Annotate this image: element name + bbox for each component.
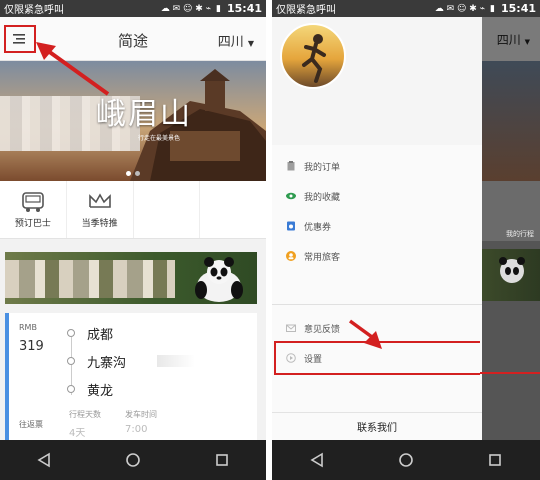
menu-item-label: 我的收藏 xyxy=(304,192,341,203)
battery-icon: ▮ xyxy=(216,3,221,14)
stop-name: 成都 xyxy=(87,327,114,343)
stop-circle-icon xyxy=(67,385,75,393)
departure-label: 发车时间 xyxy=(125,410,157,419)
carousel-dots xyxy=(0,171,266,176)
drawer-header xyxy=(272,17,482,145)
price-value: 319 xyxy=(19,339,44,354)
quick-nav-hidden-1[interactable] xyxy=(134,181,201,238)
menu-item-orders[interactable]: 我的订单 xyxy=(272,151,482,181)
coupon-icon xyxy=(287,221,295,231)
my-trip-label: 我的行程 xyxy=(506,230,534,238)
status-bar: 仅限紧急呼叫 ☁ ✉ ☺ ✱ ⌁ ▮ 15:41 xyxy=(0,0,266,17)
runner-image xyxy=(302,34,326,83)
back-icon[interactable] xyxy=(308,451,326,469)
status-glyph-icon: ☁ ✉ ☺ ✱ ⌁ xyxy=(434,3,486,14)
drawer-divider xyxy=(272,304,482,305)
menu-item-label: 我的订单 xyxy=(304,162,341,173)
recents-icon[interactable] xyxy=(486,451,504,469)
quick-nav-special[interactable]: 当季特推 xyxy=(67,181,134,238)
clipboard-icon xyxy=(287,161,295,171)
city-selector: 四川 ▼ xyxy=(497,31,530,48)
quick-nav-bus[interactable]: 预订巴士 xyxy=(0,181,67,238)
stop-name: 九寨沟 xyxy=(87,355,127,371)
pixelated-region xyxy=(5,260,175,298)
city-label: 四川 xyxy=(496,33,521,47)
menu-item-passengers[interactable]: 常用旅客 xyxy=(272,241,482,271)
back-icon[interactable] xyxy=(35,451,53,469)
navigation-drawer: 我的订单 我的收藏 优惠券 常用旅客 意见反馈 设置 联系我们 xyxy=(272,17,482,440)
departure-value: 7:00 xyxy=(125,424,148,435)
battery-icon: ▮ xyxy=(490,3,495,14)
panda-image xyxy=(195,257,243,302)
panda-image xyxy=(499,257,525,283)
home-icon[interactable] xyxy=(397,451,415,469)
mail-icon xyxy=(286,324,296,332)
quick-nav-label: 当季特推 xyxy=(81,218,118,229)
menu-item-favorites[interactable]: 我的收藏 xyxy=(272,181,482,211)
eye-icon xyxy=(286,192,296,200)
android-nav-bar xyxy=(272,440,540,480)
pixelated-region xyxy=(157,355,195,367)
caret-down-icon: ▼ xyxy=(247,39,254,48)
quick-nav-hidden-2[interactable] xyxy=(200,181,266,238)
stop-circle-icon xyxy=(67,357,75,365)
dimmed-banner xyxy=(482,61,540,181)
departure-block: 发车时间 7:00 xyxy=(125,409,157,439)
status-time: 15:41 xyxy=(226,2,262,15)
menu-item-label: 常用旅客 xyxy=(304,252,341,263)
dimmed-header: 四川 ▼ xyxy=(482,17,540,61)
status-icons: ☁ ✉ ☺ ✱ ⌁ ▮ xyxy=(336,4,495,14)
carrier-text: 仅限紧急呼叫 xyxy=(4,5,64,16)
trip-type: 往返票 xyxy=(19,420,43,429)
android-nav-bar xyxy=(0,440,266,480)
recents-icon[interactable] xyxy=(213,451,231,469)
trip-meta: 行程天数 4天 发车时间 7:00 xyxy=(69,409,157,439)
status-glyph-icon: ☁ ✉ ☺ ✱ ⌁ xyxy=(160,3,212,14)
city-label: 四川 xyxy=(217,35,244,50)
status-bar: 仅限紧急呼叫 ☁ ✉ ☺ ✱ ⌁ ▮ 15:41 xyxy=(272,0,540,17)
caret-down-icon: ▼ xyxy=(524,38,530,46)
quick-nav: 预订巴士 当季特推 xyxy=(0,181,266,239)
panda-promo-banner[interactable] xyxy=(5,252,257,304)
stop-circle-icon xyxy=(67,329,75,337)
annotation-arrow xyxy=(36,42,110,96)
days-block: 行程天数 4天 xyxy=(69,409,101,439)
avatar[interactable] xyxy=(280,23,346,89)
quick-nav-label: 预订巴士 xyxy=(14,218,51,229)
menu-item-label: 优惠券 xyxy=(304,222,332,233)
carrier-text: 仅限紧急呼叫 xyxy=(276,5,336,16)
carousel-dot[interactable] xyxy=(126,171,131,176)
annotation-line xyxy=(480,372,540,374)
route-card[interactable]: RMB 319 往返票 成都 九寨沟 黄龙 行程天数 4天 发车时间 7:00 xyxy=(5,313,257,441)
status-time: 15:41 xyxy=(500,2,536,15)
right-phone-screen: 仅限紧急呼叫 ☁ ✉ ☺ ✱ ⌁ ▮ 15:41 四川 ▼ 我的行程 我的订单 … xyxy=(272,0,540,480)
contact-us-button[interactable]: 联系我们 xyxy=(272,412,482,440)
menu-item-coupons[interactable]: 优惠券 xyxy=(272,211,482,241)
drawer-menu: 我的订单 我的收藏 优惠券 常用旅客 xyxy=(272,151,482,271)
days-label: 行程天数 xyxy=(69,410,101,419)
route-stop: 成都 xyxy=(67,319,253,347)
currency-label: RMB xyxy=(19,323,37,332)
crown-icon xyxy=(88,192,111,208)
city-selector[interactable]: 四川 ▼ xyxy=(218,31,254,50)
route-stop: 黄龙 xyxy=(67,375,253,403)
menu-item-label: 意见反馈 xyxy=(304,324,341,335)
left-phone-screen: 仅限紧急呼叫 ☁ ✉ ☺ ✱ ⌁ ▮ 15:41 简途 四川 ▼ 峨眉山 行走在… xyxy=(0,0,266,480)
home-icon[interactable] xyxy=(124,451,142,469)
bus-icon xyxy=(22,191,44,212)
days-value: 4天 xyxy=(69,428,86,439)
annotation-arrow xyxy=(348,319,382,349)
contact-label: 联系我们 xyxy=(357,423,397,434)
user-icon xyxy=(286,251,296,261)
status-icons: ☁ ✉ ☺ ✱ ⌁ ▮ xyxy=(64,4,221,14)
carousel-dot[interactable] xyxy=(135,171,140,176)
stop-name: 黄龙 xyxy=(87,383,114,399)
banner-subtitle: 行走在最美景色 xyxy=(138,135,181,142)
